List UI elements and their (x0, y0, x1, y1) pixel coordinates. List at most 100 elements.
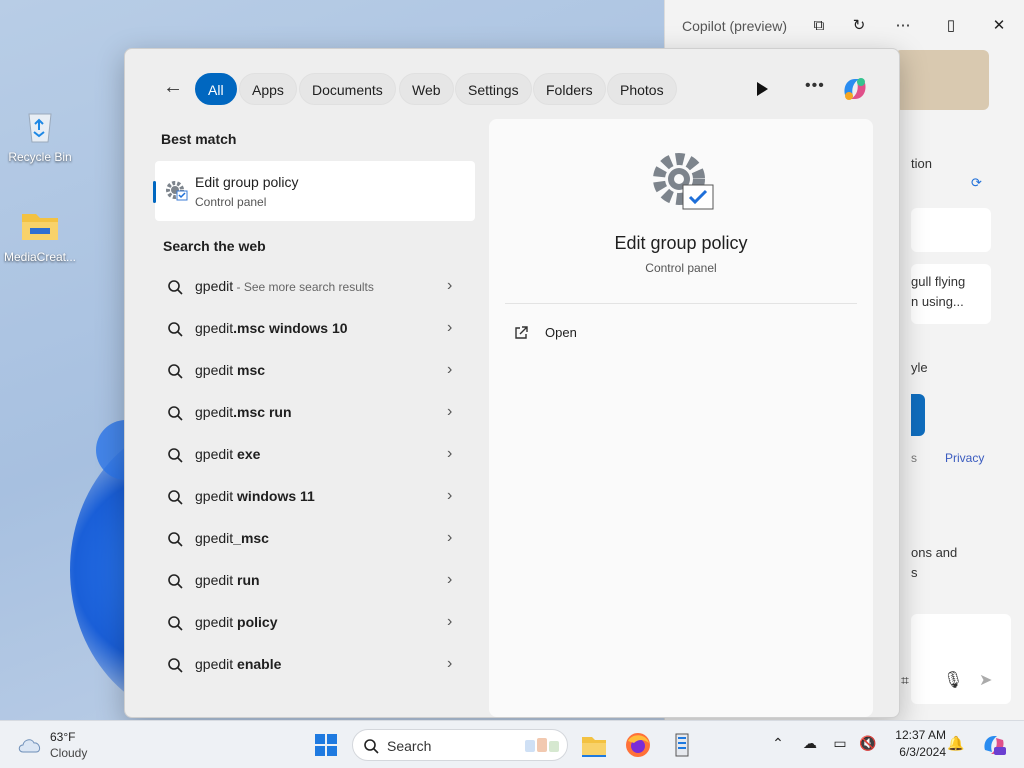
chevron-right-icon[interactable]: › (447, 571, 452, 589)
best-match-heading: Best match (161, 131, 237, 147)
windows-start-icon[interactable] (314, 733, 338, 757)
web-result-completion: run (233, 572, 260, 588)
tab-photos[interactable]: Photos (607, 73, 677, 105)
play-icon[interactable] (753, 79, 771, 99)
taskbar-search[interactable]: Search (352, 729, 568, 761)
tab-folders[interactable]: Folders (533, 73, 606, 105)
web-result-row[interactable]: gpedit.msc windows 10 › (155, 309, 473, 349)
web-result-text: gpedit.msc windows 10 (195, 320, 348, 336)
send-icon[interactable]: ➤ (979, 670, 992, 690)
taskbar-search-label: Search (387, 738, 432, 754)
tab-documents[interactable]: Documents (299, 73, 396, 105)
tab-all[interactable]: All (195, 73, 237, 105)
chevron-right-icon[interactable]: › (447, 445, 452, 463)
web-result-text: gpedit exe (195, 446, 260, 462)
back-arrow-icon[interactable]: ← (163, 77, 185, 99)
firefox-icon[interactable] (624, 731, 652, 759)
search-icon (168, 574, 183, 589)
copilot-image-card[interactable] (895, 50, 989, 110)
chevron-right-icon[interactable]: › (447, 277, 452, 295)
copilot-taskbar-icon[interactable] (980, 731, 1008, 759)
web-result-row[interactable]: gpedit msc › (155, 351, 473, 391)
notification-bell-icon[interactable]: 🔔 (946, 735, 966, 755)
web-result-query: gpedit (195, 320, 234, 336)
chevron-right-icon[interactable]: › (447, 403, 452, 421)
chevron-right-icon[interactable]: › (447, 613, 452, 631)
web-result-completion: policy (233, 614, 278, 630)
more-options-icon[interactable]: ⋯ (891, 14, 915, 38)
screenshot-icon[interactable]: ⌗ (901, 672, 909, 689)
web-result-query: gpedit (195, 404, 234, 420)
copilot-input-box[interactable]: ⌗ 🎙 ➤ (901, 614, 1011, 704)
volume-muted-icon[interactable]: 🔇 (858, 735, 878, 755)
web-result-completion: .msc run (233, 404, 292, 420)
registry-editor-icon[interactable] (668, 731, 696, 759)
display-icon[interactable]: ▭ (830, 735, 850, 755)
tab-apps[interactable]: Apps (239, 73, 297, 105)
copilot-text-fragment: yle (911, 360, 928, 375)
web-result-row[interactable]: gpedit exe › (155, 435, 473, 475)
web-result-text: gpedit policy (195, 614, 278, 630)
tab-settings[interactable]: Settings (455, 73, 532, 105)
file-explorer-icon[interactable] (580, 731, 608, 759)
search-flyout: ← All Apps Documents Web Settings Folder… (124, 48, 900, 718)
web-result-query: gpedit (195, 572, 234, 588)
chevron-right-icon[interactable]: › (447, 319, 452, 337)
microphone-icon[interactable]: 🎙 (943, 670, 963, 690)
web-result-text: gpedit msc (195, 362, 265, 378)
chevron-right-icon[interactable]: › (447, 655, 452, 673)
tab-web[interactable]: Web (399, 73, 454, 105)
web-result-hint: - See more search results (233, 280, 374, 294)
search-icon (168, 448, 183, 463)
onedrive-offline-icon[interactable]: ☁ (800, 735, 820, 755)
chevron-right-icon[interactable]: › (447, 361, 452, 379)
refresh-suggestion-icon[interactable]: ⟳ (971, 175, 982, 191)
web-result-completion: windows 11 (233, 488, 315, 504)
web-result-query: gpedit (195, 362, 234, 378)
chevron-right-icon[interactable]: › (447, 487, 452, 505)
copilot-text-fragment: gull flying (911, 274, 966, 289)
search-icon (168, 616, 183, 631)
web-result-text: gpedit - See more search results (195, 278, 374, 294)
group-policy-icon (653, 153, 714, 210)
copilot-suggestion-card[interactable] (911, 208, 991, 252)
desktop-icon-recycle-bin[interactable]: Recycle Bin (0, 106, 80, 164)
web-result-row[interactable]: gpedit policy › (155, 603, 473, 643)
search-icon (168, 658, 183, 673)
open-external-icon[interactable]: ⧉ (807, 14, 831, 38)
web-result-row[interactable]: gpedit run › (155, 561, 473, 601)
dock-panel-icon[interactable]: ▯ (939, 14, 963, 38)
copilot-title: Copilot (preview) (682, 18, 788, 34)
privacy-link[interactable]: Privacy (945, 451, 984, 465)
web-result-completion: .msc windows 10 (233, 320, 348, 336)
close-icon[interactable]: ✕ (987, 14, 1011, 38)
web-result-row[interactable]: gpedit enable › (155, 645, 473, 685)
web-result-row[interactable]: gpedit windows 11 › (155, 477, 473, 517)
copilot-suggestion-card[interactable]: gull flying n using... (911, 264, 991, 324)
web-result-text: gpedit run (195, 572, 260, 588)
desktop-icon-label: MediaCreat... (3, 250, 77, 264)
clock[interactable]: 12:37 AM 6/3/2024 (888, 727, 946, 761)
best-match-title: Edit group policy (195, 174, 299, 190)
web-result-row[interactable]: gpedit - See more search results › (155, 267, 473, 307)
copilot-logo-icon[interactable] (839, 73, 871, 105)
weather-widget[interactable]: 63°F Cloudy (16, 729, 126, 761)
open-label: Open (545, 325, 577, 340)
chevron-up-icon[interactable]: ⌃ (768, 735, 788, 755)
best-match-result[interactable]: Edit group policy Control panel (153, 161, 475, 221)
web-result-text: gpedit enable (195, 656, 281, 672)
web-result-query: gpedit (195, 656, 234, 672)
search-icon (168, 280, 183, 295)
search-icon (168, 490, 183, 505)
desktop-icon-mediacreation[interactable]: MediaCreat... (0, 206, 80, 264)
refresh-icon[interactable]: ↻ (847, 14, 871, 38)
web-result-row[interactable]: gpedit_msc › (155, 519, 473, 559)
clock-time: 12:37 AM (895, 728, 946, 742)
web-result-row[interactable]: gpedit.msc run › (155, 393, 473, 433)
more-options-icon[interactable]: ••• (805, 77, 825, 95)
search-icon (168, 532, 183, 547)
search-highlight-icon (525, 738, 559, 752)
weather-temp: 63°F (50, 730, 76, 744)
copilot-primary-button[interactable] (911, 394, 925, 436)
chevron-right-icon[interactable]: › (447, 529, 452, 547)
